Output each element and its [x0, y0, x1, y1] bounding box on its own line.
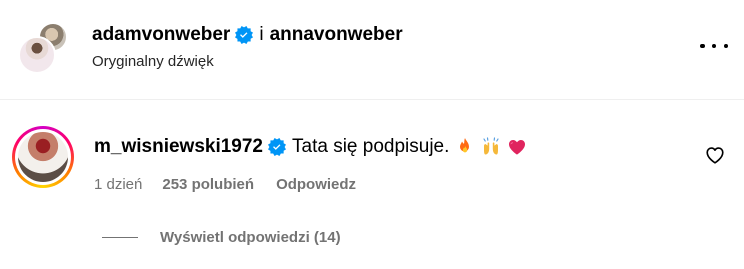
author-joiner: i — [259, 24, 264, 45]
comment-meta: 1 dzień 253 polubień Odpowiedz — [94, 176, 356, 193]
fire-emoji-icon — [460, 138, 470, 153]
author-primary-link[interactable]: adamvonweber — [92, 24, 230, 46]
verified-badge-icon — [268, 138, 286, 156]
avatar-ring-gap — [15, 129, 71, 185]
replies-divider-line — [102, 237, 138, 238]
dot — [723, 43, 728, 49]
dot — [711, 43, 717, 49]
verified-badge-icon — [235, 26, 254, 44]
comment-timestamp[interactable]: 1 dzień — [94, 176, 142, 193]
view-replies-button[interactable]: Wyświetl odpowiedzi (14) — [102, 229, 341, 246]
more-horizontal-icon[interactable] — [700, 36, 728, 56]
author-secondary-link[interactable]: annavonweber — [270, 24, 403, 46]
post-header: adamvonweber i annavonweber Oryginalny d… — [0, 0, 744, 100]
comment-avatar[interactable] — [12, 126, 74, 188]
avatar-primary[interactable] — [18, 36, 56, 74]
comment-body: m_wisniewski1972 Tata się podpisuje. — [94, 135, 527, 159]
heart-outline-icon[interactable] — [705, 146, 725, 164]
author-names: adamvonweber i annavonweber — [92, 24, 403, 46]
raising-hands-emoji-icon — [483, 137, 499, 155]
avatar-image — [18, 132, 68, 182]
collab-avatars[interactable] — [18, 20, 72, 74]
comment-text: Tata się podpisuje. — [292, 136, 450, 157]
heart-emoji-icon — [509, 140, 526, 155]
reply-button[interactable]: Odpowiedz — [276, 176, 356, 193]
audio-label[interactable]: Oryginalny dźwięk — [92, 53, 214, 70]
view-replies-label[interactable]: Wyświetl odpowiedzi (14) — [160, 229, 341, 246]
comment-username[interactable]: m_wisniewski1972 — [94, 136, 263, 158]
dot — [700, 43, 705, 49]
comment-likes-count[interactable]: 253 polubień — [162, 176, 254, 193]
